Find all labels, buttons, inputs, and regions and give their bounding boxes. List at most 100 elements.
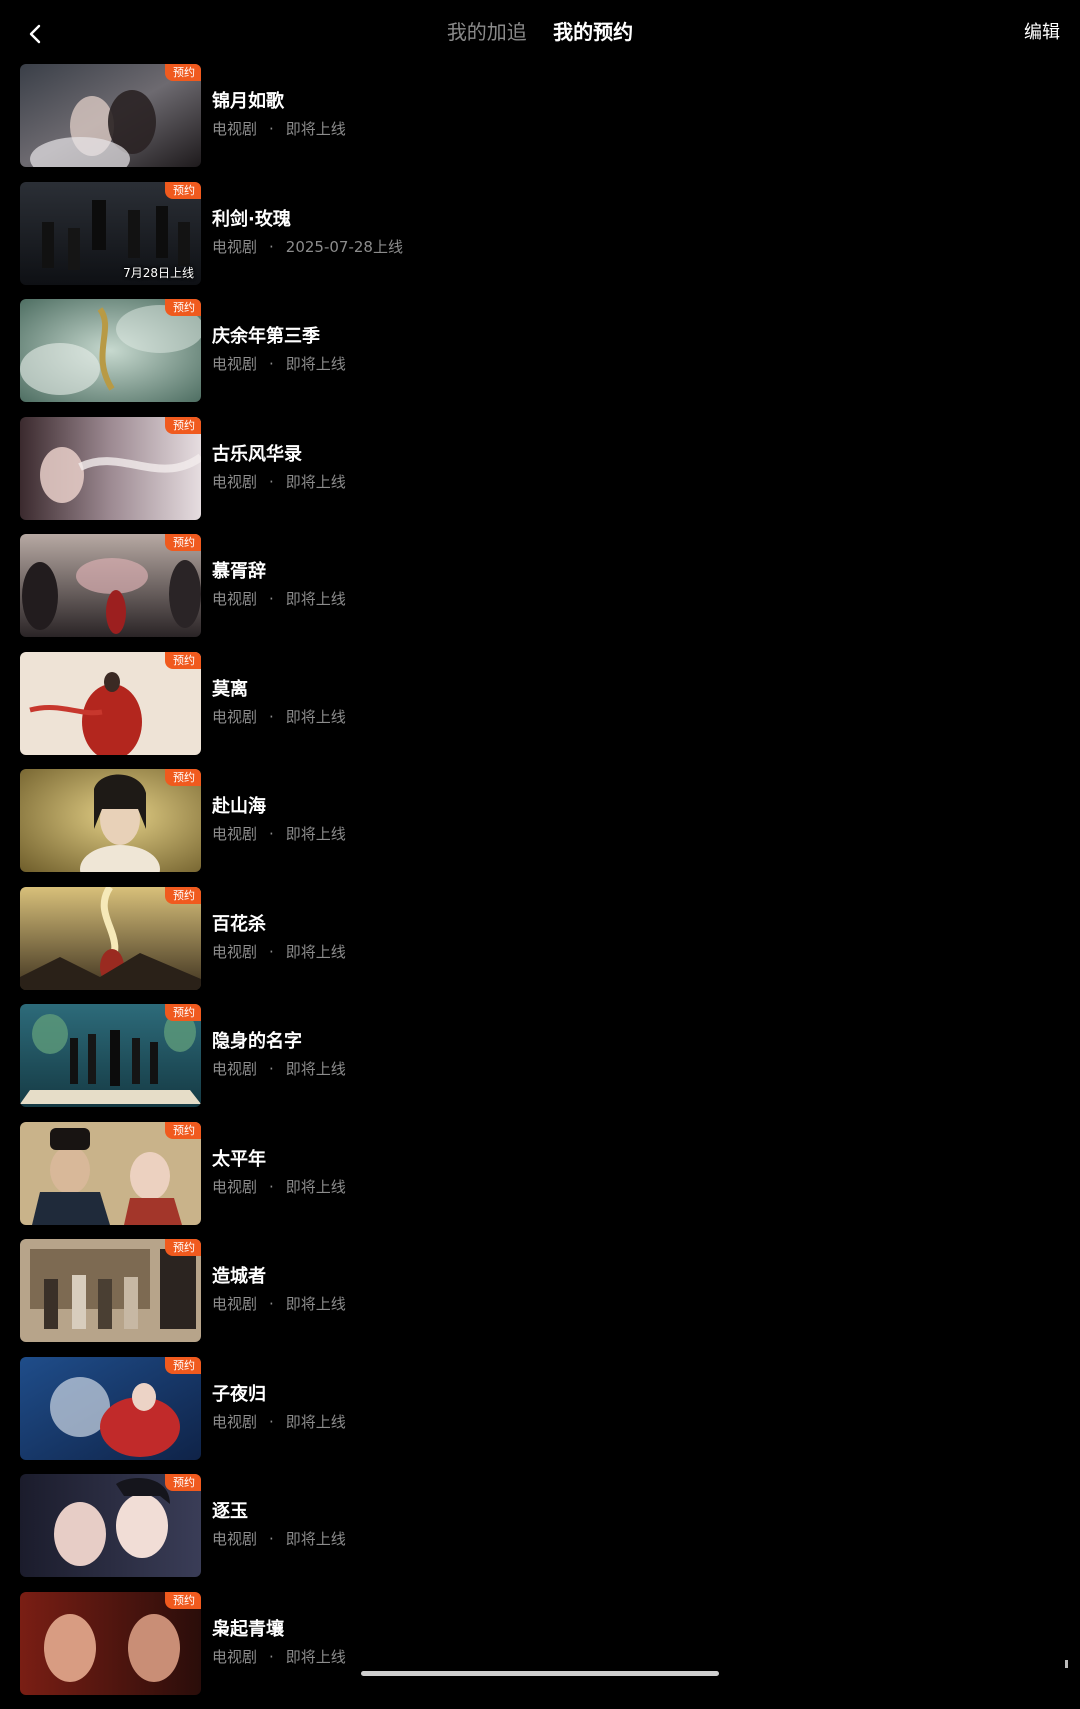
poster-thumbnail[interactable]: 预约 <box>20 1004 201 1107</box>
separator-dot: · <box>269 1412 274 1431</box>
list-item[interactable]: 预约 太平年 电视剧 · 即将上线 <box>0 1121 1080 1225</box>
show-meta: 电视剧 · 即将上线 <box>212 1294 346 1314</box>
show-meta: 电视剧 · 即将上线 <box>212 707 346 727</box>
reservation-badge: 预约 <box>165 416 201 434</box>
list-item[interactable]: 预约 锦月如歌 电视剧 · 即将上线 <box>0 64 1080 167</box>
list-item[interactable]: 预约 赴山海 电视剧 · 即将上线 <box>0 769 1080 872</box>
category-label: 电视剧 <box>212 1295 258 1313</box>
list-item[interactable]: 预约 莫离 电视剧 · 即将上线 <box>0 651 1080 755</box>
poster-thumbnail[interactable]: 预约 <box>20 299 201 402</box>
poster-thumbnail[interactable]: 预约 7月28日上线 <box>20 181 201 285</box>
home-indicator[interactable] <box>361 1671 719 1676</box>
show-title: 子夜归 <box>212 1383 266 1405</box>
category-label: 电视剧 <box>212 355 258 373</box>
show-meta: 电视剧 · 即将上线 <box>212 1647 346 1667</box>
release-status: 即将上线 <box>285 1177 346 1196</box>
show-meta: 电视剧 · 即将上线 <box>212 354 346 374</box>
poster-thumbnail[interactable]: 预约 <box>20 769 201 872</box>
category-label: 电视剧 <box>212 1647 258 1666</box>
release-status: 即将上线 <box>285 472 346 491</box>
poster-thumbnail[interactable]: 预约 <box>20 1121 201 1225</box>
show-meta: 电视剧 · 即将上线 <box>212 942 346 962</box>
show-title: 隐身的名字 <box>212 1031 302 1052</box>
category-label: 电视剧 <box>212 942 258 961</box>
show-title: 利剑·玫瑰 <box>212 208 291 230</box>
show-meta: 电视剧 · 即将上线 <box>212 1177 346 1197</box>
show-title: 赴山海 <box>212 796 266 817</box>
reservation-badge: 预约 <box>165 1474 201 1491</box>
list-item[interactable]: 预约 慕胥辞 电视剧 · 即将上线 <box>0 534 1080 637</box>
release-status: 即将上线 <box>285 1060 346 1078</box>
release-status: 即将上线 <box>285 120 346 138</box>
reservation-badge: 预约 <box>165 1356 201 1374</box>
show-meta: 电视剧 · 2025-07-28上线 <box>212 237 403 257</box>
category-label: 电视剧 <box>212 472 258 491</box>
separator-dot: · <box>269 1295 274 1313</box>
release-status: 即将上线 <box>285 355 346 373</box>
list-item[interactable]: 预约 隐身的名字 电视剧 · 即将上线 <box>0 1004 1080 1107</box>
reservation-badge: 预约 <box>165 769 201 786</box>
reservation-badge: 预约 <box>165 534 201 551</box>
release-status: 即将上线 <box>285 1412 346 1431</box>
poster-thumbnail[interactable]: 预约 <box>20 1474 201 1577</box>
list-item[interactable]: 预约 庆余年第三季 电视剧 · 即将上线 <box>0 299 1080 402</box>
top-navigation-bar: 我的加追 我的预约 编辑 <box>0 0 1080 64</box>
poster-thumbnail[interactable]: 预约 <box>20 1591 201 1695</box>
scroll-indicator <box>1065 1660 1068 1668</box>
list-item[interactable]: 预约 古乐风华录 电视剧 · 即将上线 <box>0 416 1080 520</box>
show-title: 太平年 <box>212 1148 266 1170</box>
list-item[interactable]: 预约 7月28日上线 利剑·玫瑰 电视剧 · 2025-07-28上线 <box>0 181 1080 285</box>
poster-thumbnail[interactable]: 预约 <box>20 1356 201 1460</box>
list-item[interactable]: 预约 逐玉 电视剧 · 即将上线 <box>0 1474 1080 1577</box>
show-meta: 电视剧 · 即将上线 <box>212 1529 346 1549</box>
category-label: 电视剧 <box>212 590 258 608</box>
list-item[interactable]: 预约 子夜归 电视剧 · 即将上线 <box>0 1356 1080 1460</box>
show-meta: 电视剧 · 即将上线 <box>212 119 346 139</box>
category-label: 电视剧 <box>212 1412 258 1431</box>
show-title: 枭起青壤 <box>212 1618 284 1640</box>
tab-reservations[interactable]: 我的预约 <box>553 18 633 46</box>
separator-dot: · <box>269 1530 274 1548</box>
category-label: 电视剧 <box>212 237 258 256</box>
separator-dot: · <box>269 1177 274 1196</box>
separator-dot: · <box>269 120 274 138</box>
release-status: 即将上线 <box>285 1530 346 1548</box>
show-title: 庆余年第三季 <box>212 326 320 347</box>
poster-thumbnail[interactable]: 预约 <box>20 64 201 167</box>
list-item[interactable]: 预约 百花杀 电视剧 · 即将上线 <box>0 886 1080 990</box>
reservation-badge: 预约 <box>165 1121 201 1139</box>
tab-following[interactable]: 我的加追 <box>447 18 527 46</box>
show-title: 古乐风华录 <box>212 443 302 465</box>
reservation-badge: 预约 <box>165 299 201 316</box>
show-meta: 电视剧 · 即将上线 <box>212 1059 346 1079</box>
poster-thumbnail[interactable]: 预约 <box>20 534 201 637</box>
list-item[interactable]: 预约 枭起青壤 电视剧 · 即将上线 <box>0 1591 1080 1695</box>
poster-thumbnail[interactable]: 预约 <box>20 416 201 520</box>
release-status: 即将上线 <box>285 942 346 961</box>
reservation-list: 预约 锦月如歌 电视剧 · 即将上线 预约 7月28日上线 利剑·玫瑰 电视剧 · 20… <box>0 64 1080 1709</box>
reservation-badge: 预约 <box>165 651 201 669</box>
category-label: 电视剧 <box>212 1177 258 1196</box>
separator-dot: · <box>269 237 274 256</box>
category-label: 电视剧 <box>212 825 258 843</box>
separator-dot: · <box>269 590 274 608</box>
poster-thumbnail[interactable]: 预约 <box>20 886 201 990</box>
edit-button[interactable]: 编辑 <box>1024 20 1060 46</box>
list-item[interactable]: 预约 造城者 电视剧 · 即将上线 <box>0 1239 1080 1342</box>
separator-dot: · <box>269 355 274 373</box>
separator-dot: · <box>269 1647 274 1666</box>
show-meta: 电视剧 · 即将上线 <box>212 589 346 609</box>
separator-dot: · <box>269 1060 274 1078</box>
separator-dot: · <box>269 472 274 491</box>
poster-thumbnail[interactable]: 预约 <box>20 651 201 755</box>
show-meta: 电视剧 · 即将上线 <box>212 472 346 492</box>
reservation-badge: 预约 <box>165 1239 201 1256</box>
release-status: 即将上线 <box>285 1647 346 1666</box>
show-title: 逐玉 <box>212 1501 248 1522</box>
poster-thumbnail[interactable]: 预约 <box>20 1239 201 1342</box>
separator-dot: · <box>269 707 274 726</box>
release-status: 即将上线 <box>285 707 346 726</box>
release-status: 2025-07-28上线 <box>285 237 403 256</box>
category-label: 电视剧 <box>212 1060 258 1078</box>
show-meta: 电视剧 · 即将上线 <box>212 824 346 844</box>
